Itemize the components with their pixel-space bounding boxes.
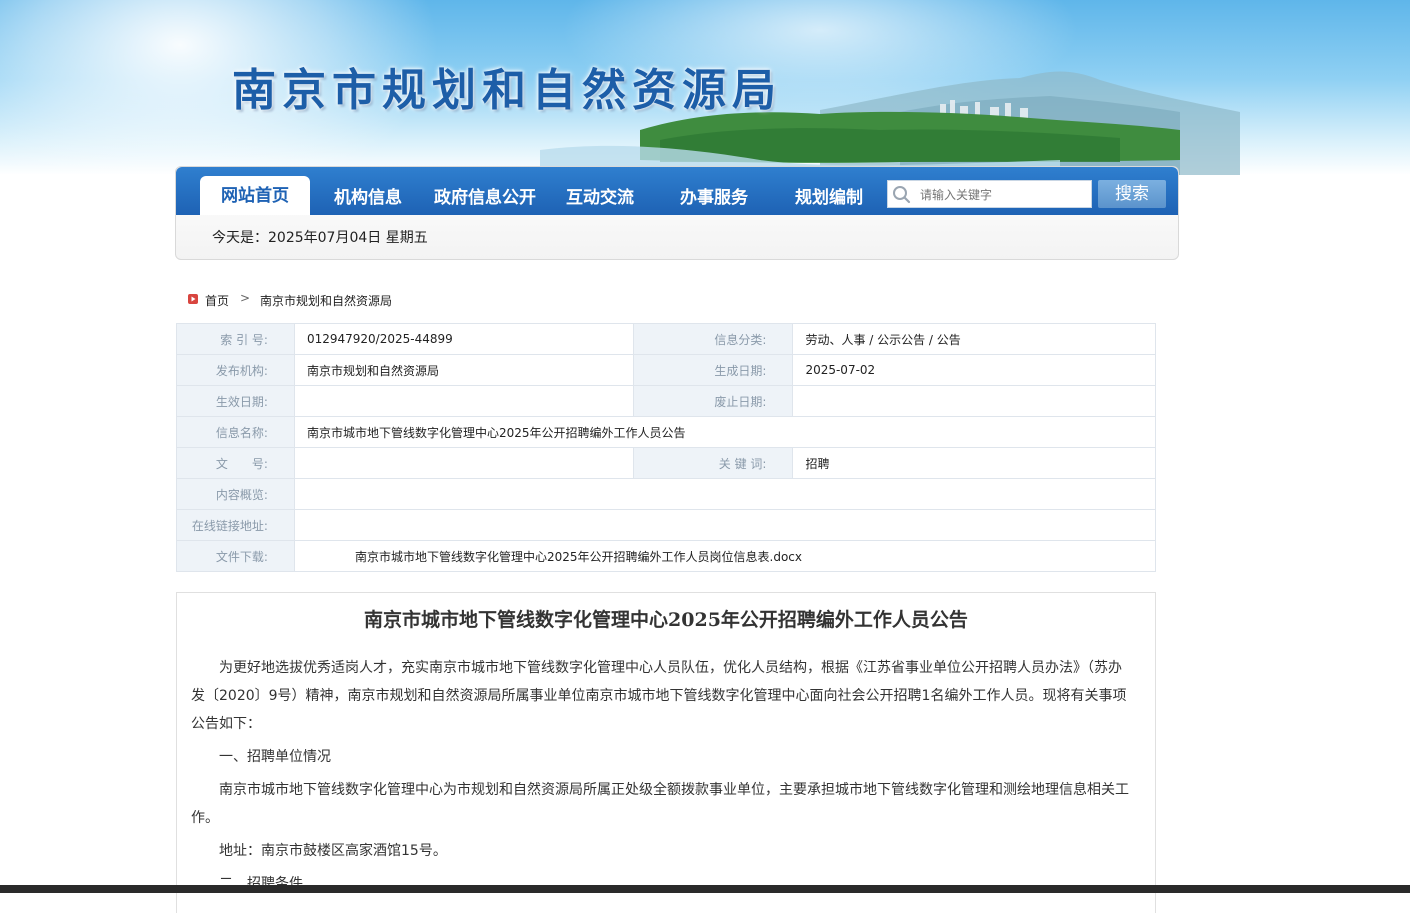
- article-paragraph: 二、招聘条件: [219, 876, 303, 892]
- link-label: 在线链接地址:: [176, 509, 295, 541]
- category-label: 信息分类:: [632, 323, 794, 355]
- article-title: 南京市城市地下管线数字化管理中心2025年公开招聘编外工作人员公告: [364, 609, 968, 631]
- keyword-label: 关 键 词:: [632, 447, 794, 479]
- breadcrumb-separator: >: [240, 291, 251, 305]
- link-value: [293, 509, 1157, 541]
- today-date: 今天是：2025年07月04日 星期五: [212, 230, 428, 246]
- nav-item-organization[interactable]: 机构信息: [322, 184, 414, 212]
- name-value: 南京市城市地下管线数字化管理中心2025年公开招聘编外工作人员公告: [293, 416, 1157, 448]
- nav-bar: 网站首页 机构信息 政府信息公开 互动交流 办事服务 规划编制 搜索: [176, 167, 1178, 215]
- search-input[interactable]: [918, 183, 1092, 207]
- download-link[interactable]: 南京市城市地下管线数字化管理中心2025年公开招聘编外工作人员岗位信息表.doc…: [293, 540, 1157, 572]
- table-row: 文 号: 关 键 词: 招聘: [176, 447, 1156, 479]
- category-value: 劳动、人事 / 公示公告 / 公告: [792, 323, 1156, 355]
- created-value: 2025-07-02: [792, 354, 1156, 386]
- breadcrumb-home-link[interactable]: 首页: [205, 292, 229, 309]
- expire-value: [792, 385, 1156, 417]
- table-row: 在线链接地址:: [176, 509, 1157, 541]
- created-label: 生成日期:: [632, 354, 794, 386]
- index-value: 012947920/2025-44899: [293, 323, 634, 355]
- table-row: 信息名称: 南京市城市地下管线数字化管理中心2025年公开招聘编外工作人员公告: [176, 416, 1157, 448]
- article-body: 为更好地选拔优秀适岗人才，充实南京市城市地下管线数字化管理中心人员队伍，优化人员…: [191, 654, 1131, 903]
- table-row: 索 引 号: 012947920/2025-44899 信息分类: 劳动、人事 …: [176, 323, 1156, 355]
- document-info-table: 索 引 号: 012947920/2025-44899 信息分类: 劳动、人事 …: [176, 323, 1157, 572]
- nav-item-planning[interactable]: 规划编制: [783, 184, 875, 212]
- effective-value: [293, 385, 634, 417]
- nav-item-services[interactable]: 办事服务: [668, 184, 760, 212]
- nav-item-interaction[interactable]: 互动交流: [554, 184, 646, 212]
- article-paragraph: 南京市城市地下管线数字化管理中心为市规划和自然资源局所属正处级全额拨款事业单位，…: [191, 782, 1129, 826]
- overview-value: [293, 478, 1157, 510]
- expire-label: 废止日期:: [632, 385, 794, 417]
- publisher-label: 发布机构:: [176, 354, 295, 386]
- doc-number-label: 文 号:: [176, 447, 295, 479]
- article-paragraph: 地址：南京市鼓楼区高家酒馆15号。: [219, 843, 447, 859]
- publisher-value: 南京市规划和自然资源局: [293, 354, 634, 386]
- effective-label: 生效日期:: [176, 385, 295, 417]
- search-box: [887, 180, 1092, 208]
- header-banner: 南京市规划和自然资源局: [0, 0, 1410, 175]
- index-label: 索 引 号:: [176, 323, 295, 355]
- article-paragraph: 一、招聘单位情况: [219, 749, 331, 765]
- nav-item-home[interactable]: 网站首页: [200, 176, 310, 215]
- play-bullet-icon: [188, 294, 198, 304]
- doc-number-value: [293, 447, 634, 479]
- nav-item-gov-info[interactable]: 政府信息公开: [426, 184, 544, 212]
- nav-panel: 网站首页 机构信息 政府信息公开 互动交流 办事服务 规划编制 搜索 今天是：2…: [175, 166, 1179, 260]
- overview-label: 内容概览:: [176, 478, 295, 510]
- table-row: 生效日期: 废止日期:: [176, 385, 1156, 417]
- download-label: 文件下载:: [176, 540, 295, 572]
- table-row: 内容概览:: [176, 478, 1157, 510]
- keyword-value: 招聘: [792, 447, 1156, 479]
- table-row: 文件下载: 南京市城市地下管线数字化管理中心2025年公开招聘编外工作人员岗位信…: [176, 540, 1157, 572]
- search-button[interactable]: 搜索: [1098, 180, 1166, 208]
- name-label: 信息名称:: [176, 416, 295, 448]
- bottom-taskbar-strip: [0, 885, 1410, 893]
- article-panel: 南京市城市地下管线数字化管理中心2025年公开招聘编外工作人员公告 为更好地选拔…: [176, 592, 1156, 913]
- search-icon: [893, 186, 911, 204]
- table-row: 发布机构: 南京市规划和自然资源局 生成日期: 2025-07-02: [176, 354, 1156, 386]
- article-paragraph: 为更好地选拔优秀适岗人才，充实南京市城市地下管线数字化管理中心人员队伍，优化人员…: [191, 660, 1127, 732]
- breadcrumb-current-link[interactable]: 南京市规划和自然资源局: [260, 292, 392, 309]
- site-title: 南京市规划和自然资源局: [232, 65, 782, 116]
